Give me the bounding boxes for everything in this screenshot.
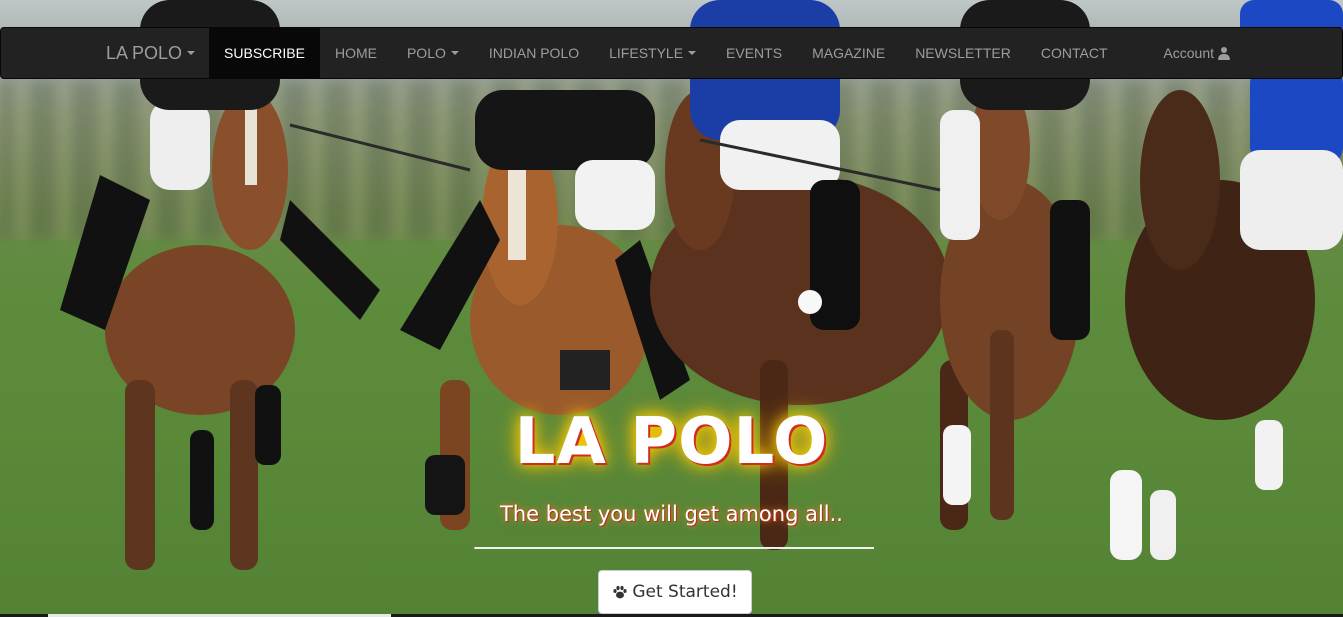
paw-icon — [613, 585, 627, 599]
nav-item-label: NEWSLETTER — [915, 45, 1011, 61]
caret-down-icon — [688, 51, 697, 55]
nav-item-events[interactable]: EVENTS — [711, 28, 797, 78]
caret-down-icon — [187, 51, 196, 55]
nav-item-label: EVENTS — [726, 45, 783, 61]
nav-item-label: MAGAZINE — [812, 45, 886, 61]
hero-title: LA POLO — [514, 405, 829, 479]
nav-menu: SUBSCRIBE HOME POLO INDIAN POLO LIFESTYL… — [209, 28, 1122, 78]
nav-item-label: LIFESTYLE — [609, 45, 684, 61]
nav-item-magazine[interactable]: MAGAZINE — [797, 28, 900, 78]
navbar: LA POLO SUBSCRIBE HOME POLO INDIAN POLO … — [0, 27, 1343, 79]
nav-item-label: SUBSCRIBE — [224, 45, 305, 61]
nav-item-polo[interactable]: POLO — [392, 28, 474, 78]
nav-item-label: CONTACT — [1040, 45, 1108, 61]
brand-menu[interactable]: LA POLO — [1, 28, 209, 78]
nav-item-newsletter[interactable]: NEWSLETTER — [900, 28, 1026, 78]
nav-item-lifestyle[interactable]: LIFESTYLE — [594, 28, 711, 78]
brand-label: LA POLO — [106, 42, 183, 63]
nav-item-label: INDIAN POLO — [488, 45, 580, 61]
nav-item-contact[interactable]: CONTACT — [1026, 28, 1123, 78]
nav-item-label: POLO — [406, 45, 446, 61]
account-menu[interactable]: Account — [1163, 28, 1342, 78]
get-started-button[interactable]: Get Started! — [598, 570, 752, 614]
caret-down-icon — [450, 51, 459, 55]
hero-subtitle: The best you will get among all.. — [500, 502, 843, 526]
nav-item-label: HOME — [334, 45, 377, 61]
get-started-label: Get Started! — [632, 582, 738, 602]
nav-item-indian-polo[interactable]: INDIAN POLO — [474, 28, 594, 78]
hero-divider — [474, 547, 874, 549]
nav-item-home[interactable]: HOME — [320, 28, 392, 78]
account-label: Account — [1163, 45, 1214, 61]
nav-item-subscribe[interactable]: SUBSCRIBE — [209, 28, 320, 78]
user-icon — [1218, 46, 1230, 60]
